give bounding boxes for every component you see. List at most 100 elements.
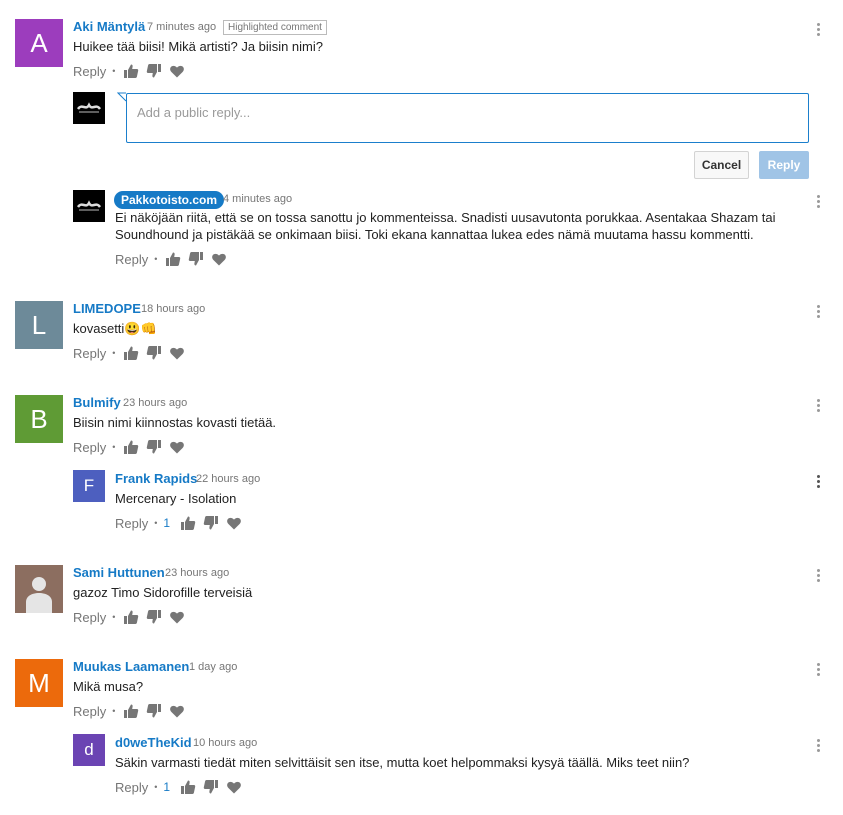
comment-author[interactable]: Aki Mäntylä xyxy=(73,19,145,34)
more-options-icon[interactable] xyxy=(815,739,821,755)
separator: • xyxy=(154,518,158,528)
avatar[interactable]: L xyxy=(15,301,63,349)
thumbs-up-icon[interactable] xyxy=(180,779,196,795)
heart-icon[interactable] xyxy=(169,609,185,625)
heart-icon[interactable] xyxy=(169,703,185,719)
comment-actions: Reply • 1 xyxy=(115,515,249,531)
comment-text: Säkin varmasti tiedät miten selvittäisit… xyxy=(115,755,690,770)
comment-timestamp[interactable]: 22 hours ago xyxy=(196,473,260,485)
separator: • xyxy=(112,66,116,76)
submit-reply-button[interactable]: Reply xyxy=(759,151,809,179)
avatar[interactable]: A xyxy=(15,19,63,67)
comment-actions: Reply • xyxy=(73,703,192,719)
comment-author[interactable]: Frank Rapids xyxy=(115,471,197,486)
comment-author[interactable]: Muukas Laamanen xyxy=(73,659,189,674)
comment-timestamp[interactable]: 7 minutes ago xyxy=(147,21,216,33)
comment-text-body: kovasetti xyxy=(73,321,125,336)
channel-logo-icon xyxy=(76,200,102,211)
comment-text: Mercenary - Isolation xyxy=(115,491,237,506)
comment-actions: Reply • xyxy=(73,345,192,361)
fist-bump-emoji-icon: 👊 xyxy=(140,321,157,336)
reply-button[interactable]: Reply xyxy=(115,516,148,531)
cancel-button[interactable]: Cancel xyxy=(694,151,749,179)
more-options-icon[interactable] xyxy=(815,663,821,679)
thumbs-up-icon[interactable] xyxy=(123,703,139,719)
avatar[interactable]: B xyxy=(15,395,63,443)
comment-author[interactable]: d0weTheKid xyxy=(115,735,192,750)
heart-icon[interactable] xyxy=(211,251,227,267)
comment-author[interactable]: Bulmify xyxy=(73,395,121,410)
thumbs-up-icon[interactable] xyxy=(123,439,139,455)
comment-timestamp[interactable]: 10 hours ago xyxy=(193,737,257,749)
thumbs-up-icon[interactable] xyxy=(123,345,139,361)
reply-button[interactable]: Reply xyxy=(73,704,106,719)
comment-actions: Reply • xyxy=(73,439,192,455)
comment-timestamp[interactable]: 23 hours ago xyxy=(123,397,187,409)
comment-timestamp[interactable]: 18 hours ago xyxy=(141,303,205,315)
thumbs-down-icon[interactable] xyxy=(203,515,219,531)
avatar[interactable]: F xyxy=(73,470,105,502)
comment-author[interactable]: Sami Huttunen xyxy=(73,565,165,580)
thumbs-down-icon[interactable] xyxy=(188,251,204,267)
channel-owner-author[interactable]: Pakkotoisto.com xyxy=(114,191,225,209)
more-options-icon[interactable] xyxy=(815,23,821,39)
separator: • xyxy=(154,254,158,264)
comment-text: gazoz Timo Sidorofille terveisiä xyxy=(73,585,253,600)
reply-input[interactable] xyxy=(126,93,809,143)
thumbs-down-icon[interactable] xyxy=(203,779,219,795)
more-options-icon[interactable] xyxy=(815,569,821,585)
separator: • xyxy=(112,612,116,622)
reply-button[interactable]: Reply xyxy=(115,252,148,267)
comment-text: kovasetti😃👊 xyxy=(73,320,157,337)
highlighted-badge: Highlighted comment xyxy=(223,20,327,35)
separator: • xyxy=(112,442,116,452)
comment-actions: Reply • xyxy=(73,63,192,79)
comment-text: Mikä musa? xyxy=(73,679,144,694)
reply-button[interactable]: Reply xyxy=(73,346,106,361)
avatar[interactable]: M xyxy=(15,659,63,707)
reply-button[interactable]: Reply xyxy=(73,610,106,625)
heart-icon[interactable] xyxy=(226,515,242,531)
comment-timestamp[interactable]: 4 minutes ago xyxy=(223,193,292,205)
like-count: 1 xyxy=(163,516,171,530)
comment-timestamp[interactable]: 1 day ago xyxy=(189,661,237,673)
separator: • xyxy=(112,348,116,358)
more-options-icon[interactable] xyxy=(815,399,821,415)
thumbs-up-icon[interactable] xyxy=(165,251,181,267)
heart-icon[interactable] xyxy=(226,779,242,795)
channel-avatar[interactable] xyxy=(73,190,105,222)
thumbs-down-icon[interactable] xyxy=(146,63,162,79)
heart-icon[interactable] xyxy=(169,345,185,361)
thumbs-down-icon[interactable] xyxy=(146,703,162,719)
reply-button[interactable]: Reply xyxy=(73,64,106,79)
heart-icon[interactable] xyxy=(169,439,185,455)
more-options-icon[interactable] xyxy=(815,305,821,321)
reply-button[interactable]: Reply xyxy=(115,780,148,795)
comment-text: Ei näköjään riitä, että se on tossa sano… xyxy=(115,210,776,242)
comment-text: Biisin nimi kiinnostas kovasti tietää. xyxy=(73,415,277,430)
avatar[interactable]: d xyxy=(73,734,105,766)
thumbs-up-icon[interactable] xyxy=(123,63,139,79)
reply-button[interactable]: Reply xyxy=(73,440,106,455)
thumbs-down-icon[interactable] xyxy=(146,609,162,625)
default-user-icon xyxy=(26,577,52,613)
smiley-emoji-icon: 😃 xyxy=(124,321,141,336)
comment-actions: Reply • 1 xyxy=(115,779,249,795)
separator: • xyxy=(112,706,116,716)
avatar[interactable] xyxy=(15,565,63,613)
more-options-icon[interactable] xyxy=(815,475,821,491)
channel-logo-icon xyxy=(76,102,102,113)
comment-author[interactable]: LIMEDOPE xyxy=(73,301,141,316)
comment-timestamp[interactable]: 23 hours ago xyxy=(165,567,229,579)
thumbs-up-icon[interactable] xyxy=(180,515,196,531)
comment-actions: Reply • xyxy=(115,251,234,267)
thumbs-down-icon[interactable] xyxy=(146,439,162,455)
thumbs-down-icon[interactable] xyxy=(146,345,162,361)
like-count: 1 xyxy=(163,780,171,794)
more-options-icon[interactable] xyxy=(815,195,821,211)
thumbs-up-icon[interactable] xyxy=(123,609,139,625)
channel-avatar xyxy=(73,92,105,124)
heart-icon[interactable] xyxy=(169,63,185,79)
comment-text: Huikee tää biisi! Mikä artisti? Ja biisi… xyxy=(73,39,323,54)
comment-actions: Reply • xyxy=(73,609,192,625)
